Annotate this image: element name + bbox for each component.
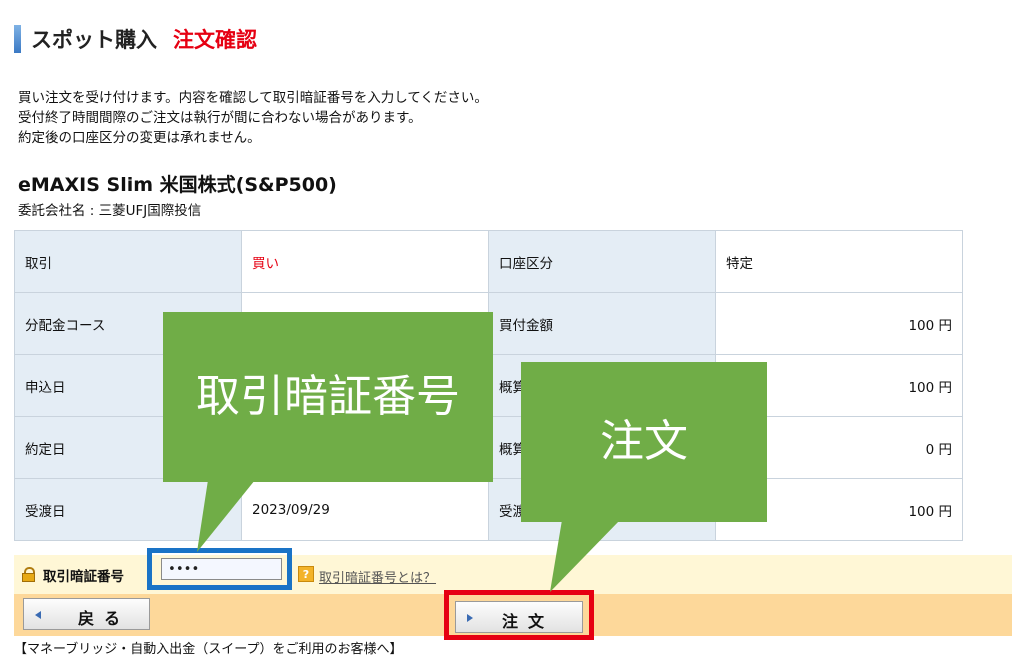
settlement-date-value: 2023/09/29 [241, 478, 489, 541]
order-callout: 注文 [521, 362, 767, 522]
notice-text: 買い注文を受け付けます。内容を確認して取引暗証番号を入力してください。 受付終了… [18, 88, 488, 148]
pin-highlight-frame [147, 548, 292, 590]
table-label: 口座区分 [488, 230, 716, 293]
back-button[interactable]: 戻る [23, 598, 150, 630]
table-label: 取引 [14, 230, 242, 293]
right-triangle-icon [467, 614, 473, 622]
fund-company: 委託会社名 : 三菱UFJ国際投信 [18, 203, 202, 219]
page-header: スポット購入 注文確認 [14, 24, 257, 54]
notice-line: 約定後の口座区分の変更は承れません。 [18, 130, 261, 146]
pin-entry-row: 取引暗証番号 ? 取引暗証番号とは？ [14, 548, 1012, 594]
notice-line: 受付終了時間間際のご注文は執行が間に合わない場合があります。 [18, 110, 422, 126]
back-button-label: 戻る [78, 609, 131, 628]
question-icon[interactable]: ? [298, 566, 314, 582]
pin-label: 取引暗証番号 [43, 569, 124, 585]
account-type-value: 特定 [715, 230, 963, 293]
table-label: 受渡日 [14, 478, 242, 541]
table-row: 受渡日 2023/09/29 受渡 100 円 [14, 478, 963, 541]
button-bar: 戻る 注文 [14, 590, 1012, 640]
page-subtitle: 注文確認 [173, 28, 257, 52]
pin-callout: 取引暗証番号 [163, 312, 493, 482]
order-button-label: 注文 [502, 612, 555, 631]
fund-name: eMAXIS Slim 米国株式(S&P500) [18, 174, 337, 196]
pin-input[interactable] [161, 558, 282, 580]
notice-line: 買い注文を受け付けます。内容を確認して取引暗証番号を入力してください。 [18, 90, 488, 106]
purchase-amount-value: 100 円 [715, 292, 963, 355]
lock-icon [22, 567, 35, 582]
left-triangle-icon [35, 611, 41, 619]
pin-help-link[interactable]: 取引暗証番号とは？ [319, 567, 436, 586]
order-highlight-frame: 注文 [444, 590, 594, 640]
table-label: 買付金額 [488, 292, 716, 355]
order-button[interactable]: 注文 [455, 601, 583, 633]
table-row: 取引 買い 口座区分 特定 [14, 230, 963, 293]
trade-type-value: 買い [241, 230, 489, 293]
sweep-info-link[interactable]: 【マネーブリッジ・自動入出金（スイープ）をご利用のお客様へ】 [14, 638, 402, 657]
page-title: スポット購入 [31, 28, 157, 52]
title-accent-bar [14, 25, 21, 53]
